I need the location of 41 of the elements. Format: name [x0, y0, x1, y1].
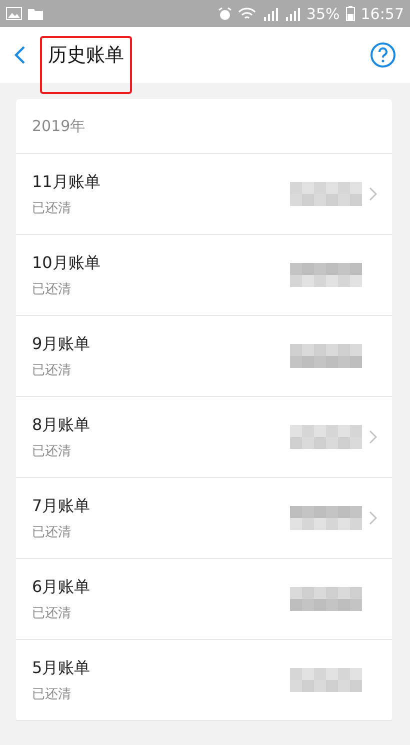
- battery-level: 35%: [306, 4, 340, 22]
- bill-status: 已还清: [32, 442, 72, 460]
- help-icon[interactable]: [370, 42, 396, 68]
- bill-status: 已还清: [32, 604, 72, 622]
- blurred-amount-drawing: [290, 263, 362, 287]
- bill-status: 已还清: [32, 200, 72, 216]
- bill-status: 已还清: [32, 524, 72, 540]
- blurred-amount-drawing: [290, 182, 362, 206]
- bill-row[interactable]: 7月账单 已还清: [16, 478, 392, 559]
- bill-title: 6月账单: [32, 576, 92, 598]
- bill-title: 9月账单: [32, 334, 92, 354]
- bill-title: 5月账单: [32, 658, 92, 678]
- bill-title: 11月账单: [32, 172, 102, 192]
- blurred-amount-drawing: [290, 587, 362, 611]
- bill-title: 8月账单: [32, 414, 92, 436]
- blurred-amount-drawing: [290, 506, 362, 530]
- bill-row[interactable]: 6月账单 已还清: [16, 559, 392, 640]
- back-icon[interactable]: [14, 45, 26, 65]
- folder-icon: [28, 8, 43, 20]
- signal-icon: [262, 6, 278, 20]
- bill-status: 已还清: [32, 280, 72, 298]
- year-heading: 2019年: [16, 99, 392, 154]
- image-icon: [6, 7, 22, 20]
- bill-row[interactable]: 8月账单 已还清: [16, 397, 392, 478]
- bill-status: 已还清: [32, 686, 72, 702]
- wifi-icon: [238, 6, 256, 20]
- bill-status: 已还清: [32, 362, 72, 378]
- battery-icon: [346, 6, 355, 21]
- bill-title: 10月账单: [32, 252, 102, 274]
- blurred-amount-drawing: [290, 668, 362, 692]
- alarm-icon: [218, 6, 232, 20]
- bill-row[interactable]: 11月账单 已还清: [16, 154, 392, 235]
- bill-row[interactable]: 9月账单 已还清: [16, 316, 392, 397]
- bill-title: 7月账单: [32, 496, 92, 516]
- bill-row[interactable]: 5月账单 已还清: [16, 640, 392, 721]
- clock-time: 16:57: [360, 4, 404, 22]
- bill-row[interactable]: 10月账单 已还清: [16, 235, 392, 316]
- blurred-amount-drawing: [290, 425, 362, 449]
- page-title: 历史账单: [40, 36, 132, 94]
- blurred-amount-drawing: [290, 344, 362, 368]
- signal-icon: [284, 6, 300, 20]
